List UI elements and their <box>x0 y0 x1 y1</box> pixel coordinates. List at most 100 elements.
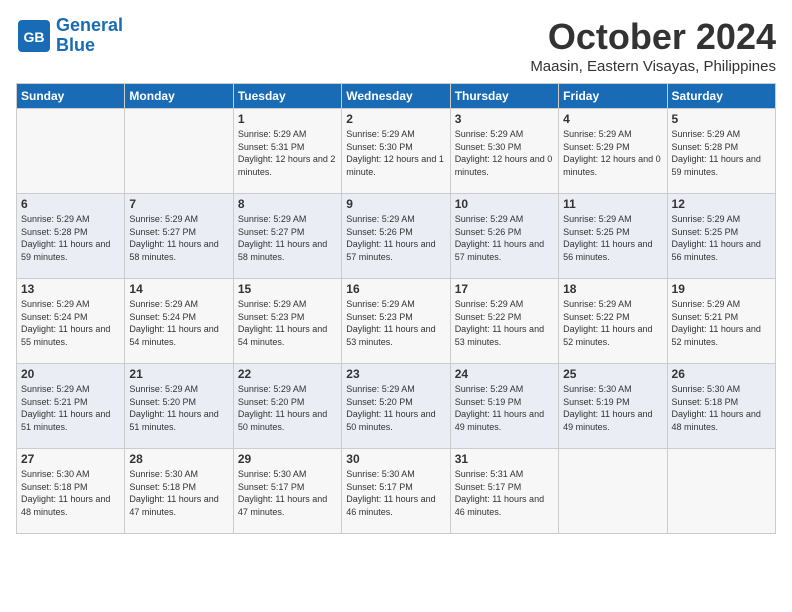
day-number: 30 <box>346 452 445 466</box>
day-info: Sunrise: 5:29 AMSunset: 5:23 PMDaylight:… <box>346 298 445 348</box>
logo: GB General Blue <box>16 16 123 56</box>
day-number: 26 <box>672 367 771 381</box>
col-tuesday: Tuesday <box>233 84 341 109</box>
day-number: 23 <box>346 367 445 381</box>
calendar-cell: 26 Sunrise: 5:30 AMSunset: 5:18 PMDayligh… <box>667 364 775 449</box>
logo-line1: General <box>56 15 123 35</box>
day-number: 4 <box>563 112 662 126</box>
day-number: 5 <box>672 112 771 126</box>
calendar-row-2: 6Sunrise: 5:29 AMSunset: 5:28 PMDaylight… <box>17 194 776 279</box>
day-info: Sunrise: 5:29 AMSunset: 5:20 PMDaylight:… <box>129 383 228 433</box>
logo-text: General Blue <box>56 16 123 56</box>
day-number: 16 <box>346 282 445 296</box>
day-info: Sunrise: 5:29 AMSunset: 5:21 PMDaylight:… <box>21 383 120 433</box>
day-number: 27 <box>21 452 120 466</box>
day-info: Sunrise: 5:29 AMSunset: 5:25 PMDaylight:… <box>563 213 662 263</box>
day-number: 22 <box>238 367 337 381</box>
day-info: Sunrise: 5:30 AMSunset: 5:18 PMDaylight:… <box>672 383 771 433</box>
day-number: 18 <box>563 282 662 296</box>
calendar-cell: 10 Sunrise: 5:29 AMSunset: 5:26 PMDayligh… <box>450 194 558 279</box>
day-info: Sunrise: 5:31 AMSunset: 5:17 PMDaylight:… <box>455 468 554 518</box>
month-title: October 2024 <box>530 16 776 58</box>
day-number: 9 <box>346 197 445 211</box>
calendar-row-3: 13 Sunrise: 5:29 AMSunset: 5:24 PMDayligh… <box>17 279 776 364</box>
calendar-cell: 13 Sunrise: 5:29 AMSunset: 5:24 PMDayligh… <box>17 279 125 364</box>
col-saturday: Saturday <box>667 84 775 109</box>
day-info: Sunrise: 5:29 AMSunset: 5:20 PMDaylight:… <box>238 383 337 433</box>
calendar-cell: 15 Sunrise: 5:29 AMSunset: 5:23 PMDayligh… <box>233 279 341 364</box>
calendar-cell: 3 Sunrise: 5:29 AMSunset: 5:30 PMDaylight… <box>450 109 558 194</box>
calendar-cell: 31 Sunrise: 5:31 AMSunset: 5:17 PMDayligh… <box>450 449 558 534</box>
svg-text:GB: GB <box>24 29 45 45</box>
day-info: Sunrise: 5:30 AMSunset: 5:17 PMDaylight:… <box>238 468 337 518</box>
calendar-cell: 1Sunrise: 5:29 AMSunset: 5:31 PMDaylight… <box>233 109 341 194</box>
calendar-cell: 9 Sunrise: 5:29 AMSunset: 5:26 PMDaylight… <box>342 194 450 279</box>
calendar-cell: 30Sunrise: 5:30 AMSunset: 5:17 PMDayligh… <box>342 449 450 534</box>
calendar-cell: 28Sunrise: 5:30 AMSunset: 5:18 PMDayligh… <box>125 449 233 534</box>
day-info: Sunrise: 5:30 AMSunset: 5:18 PMDaylight:… <box>21 468 120 518</box>
calendar-cell: 17Sunrise: 5:29 AMSunset: 5:22 PMDayligh… <box>450 279 558 364</box>
day-number: 24 <box>455 367 554 381</box>
day-number: 12 <box>672 197 771 211</box>
day-info: Sunrise: 5:30 AMSunset: 5:18 PMDaylight:… <box>129 468 228 518</box>
calendar-cell: 21 Sunrise: 5:29 AMSunset: 5:20 PMDayligh… <box>125 364 233 449</box>
calendar-cell: 6Sunrise: 5:29 AMSunset: 5:28 PMDaylight… <box>17 194 125 279</box>
col-friday: Friday <box>559 84 667 109</box>
day-info: Sunrise: 5:29 AMSunset: 5:24 PMDaylight:… <box>129 298 228 348</box>
calendar-cell: 8Sunrise: 5:29 AMSunset: 5:27 PMDaylight… <box>233 194 341 279</box>
calendar-cell: 12Sunrise: 5:29 AMSunset: 5:25 PMDayligh… <box>667 194 775 279</box>
calendar-cell: 24Sunrise: 5:29 AMSunset: 5:19 PMDayligh… <box>450 364 558 449</box>
calendar-cell: 14 Sunrise: 5:29 AMSunset: 5:24 PMDayligh… <box>125 279 233 364</box>
calendar-table: Sunday Monday Tuesday Wednesday Thursday… <box>16 83 776 534</box>
day-number: 2 <box>346 112 445 126</box>
day-info: Sunrise: 5:29 AMSunset: 5:20 PMDaylight:… <box>346 383 445 433</box>
day-info: Sunrise: 5:29 AMSunset: 5:30 PMDaylight:… <box>455 128 554 178</box>
calendar-row-1: 1Sunrise: 5:29 AMSunset: 5:31 PMDaylight… <box>17 109 776 194</box>
calendar-cell: 5 Sunrise: 5:29 AMSunset: 5:28 PMDaylight… <box>667 109 775 194</box>
day-number: 14 <box>129 282 228 296</box>
calendar-cell: 19Sunrise: 5:29 AMSunset: 5:21 PMDayligh… <box>667 279 775 364</box>
day-number: 8 <box>238 197 337 211</box>
calendar-cell: 4 Sunrise: 5:29 AMSunset: 5:29 PMDaylight… <box>559 109 667 194</box>
col-sunday: Sunday <box>17 84 125 109</box>
calendar-cell: 27 Sunrise: 5:30 AMSunset: 5:18 PMDayligh… <box>17 449 125 534</box>
day-number: 15 <box>238 282 337 296</box>
day-number: 31 <box>455 452 554 466</box>
logo-icon: GB <box>16 18 52 54</box>
day-number: 25 <box>563 367 662 381</box>
calendar-row-5: 27 Sunrise: 5:30 AMSunset: 5:18 PMDayligh… <box>17 449 776 534</box>
day-info: Sunrise: 5:29 AMSunset: 5:21 PMDaylight:… <box>672 298 771 348</box>
col-thursday: Thursday <box>450 84 558 109</box>
day-info: Sunrise: 5:29 AMSunset: 5:22 PMDaylight:… <box>563 298 662 348</box>
day-number: 29 <box>238 452 337 466</box>
day-info: Sunrise: 5:29 AMSunset: 5:28 PMDaylight:… <box>672 128 771 178</box>
calendar-cell: 16 Sunrise: 5:29 AMSunset: 5:23 PMDayligh… <box>342 279 450 364</box>
day-number: 20 <box>21 367 120 381</box>
calendar-cell: 22 Sunrise: 5:29 AMSunset: 5:20 PMDayligh… <box>233 364 341 449</box>
calendar-header-row: Sunday Monday Tuesday Wednesday Thursday… <box>17 84 776 109</box>
day-number: 10 <box>455 197 554 211</box>
day-info: Sunrise: 5:29 AMSunset: 5:26 PMDaylight:… <box>455 213 554 263</box>
calendar-cell <box>667 449 775 534</box>
calendar-cell: 23 Sunrise: 5:29 AMSunset: 5:20 PMDayligh… <box>342 364 450 449</box>
day-info: Sunrise: 5:29 AMSunset: 5:26 PMDaylight:… <box>346 213 445 263</box>
logo-line2: Blue <box>56 35 95 55</box>
calendar-cell <box>125 109 233 194</box>
day-number: 1 <box>238 112 337 126</box>
calendar-cell: 18 Sunrise: 5:29 AMSunset: 5:22 PMDayligh… <box>559 279 667 364</box>
day-info: Sunrise: 5:29 AMSunset: 5:30 PMDaylight:… <box>346 128 445 178</box>
day-info: Sunrise: 5:29 AMSunset: 5:24 PMDaylight:… <box>21 298 120 348</box>
calendar-cell <box>559 449 667 534</box>
title-block: October 2024 Maasin, Eastern Visayas, Ph… <box>530 16 776 75</box>
calendar-cell <box>17 109 125 194</box>
day-number: 7 <box>129 197 228 211</box>
day-number: 3 <box>455 112 554 126</box>
day-number: 6 <box>21 197 120 211</box>
day-number: 13 <box>21 282 120 296</box>
calendar-cell: 25Sunrise: 5:30 AMSunset: 5:19 PMDayligh… <box>559 364 667 449</box>
day-info: Sunrise: 5:29 AMSunset: 5:23 PMDaylight:… <box>238 298 337 348</box>
day-number: 21 <box>129 367 228 381</box>
col-monday: Monday <box>125 84 233 109</box>
day-info: Sunrise: 5:29 AMSunset: 5:29 PMDaylight:… <box>563 128 662 178</box>
day-number: 11 <box>563 197 662 211</box>
